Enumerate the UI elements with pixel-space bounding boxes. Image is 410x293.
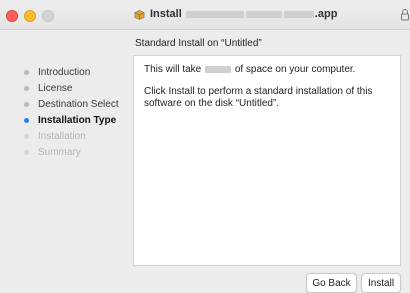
step-summary: Summary bbox=[24, 144, 132, 160]
step-license: License bbox=[24, 80, 132, 96]
step-label: Destination Select bbox=[38, 98, 119, 110]
title-bar[interactable]: Install .app bbox=[0, 0, 410, 30]
content-panel: This will take of space on your computer… bbox=[133, 55, 401, 266]
step-installation-type: Installation Type bbox=[24, 112, 132, 128]
close-button[interactable] bbox=[6, 10, 18, 22]
go-back-button[interactable]: Go Back bbox=[306, 273, 357, 293]
redacted-size bbox=[205, 65, 232, 73]
title-suffix: .app bbox=[314, 8, 338, 20]
step-installation: Installation bbox=[24, 128, 132, 144]
step-label: Introduction bbox=[38, 66, 91, 78]
steps-sidebar: Introduction License Destination Select … bbox=[24, 64, 132, 160]
step-label: License bbox=[38, 82, 73, 94]
step-label: Installation bbox=[38, 130, 86, 142]
install-description: Click Install to perform a standard inst… bbox=[144, 86, 373, 109]
redacted-app-name-2 bbox=[245, 10, 282, 18]
window-title: Install .app bbox=[134, 8, 337, 20]
step-introduction: Introduction bbox=[24, 64, 132, 80]
step-bullet-icon bbox=[24, 149, 29, 155]
installer-window: Install .app Standard Install on “Untitl… bbox=[0, 0, 410, 293]
redacted-app-name bbox=[185, 10, 244, 18]
redacted-app-name-3 bbox=[283, 10, 314, 18]
step-label: Summary bbox=[38, 146, 81, 158]
step-label: Installation Type bbox=[38, 114, 117, 126]
step-bullet-icon bbox=[24, 85, 29, 91]
space-required-text: This will take of space on your computer… bbox=[144, 64, 356, 75]
lock-icon bbox=[401, 9, 409, 21]
step-bullet-icon bbox=[24, 101, 29, 107]
minimize-button[interactable] bbox=[24, 10, 36, 22]
package-icon bbox=[134, 9, 145, 20]
step-bullet-icon bbox=[24, 117, 29, 123]
title-prefix: Install bbox=[150, 8, 182, 20]
page-subtitle: Standard Install on “Untitled” bbox=[135, 38, 262, 49]
step-bullet-icon bbox=[24, 133, 29, 139]
step-bullet-icon bbox=[24, 69, 29, 75]
zoom-button[interactable] bbox=[42, 10, 54, 22]
step-destination-select: Destination Select bbox=[24, 96, 132, 112]
install-button[interactable]: Install bbox=[361, 273, 401, 293]
